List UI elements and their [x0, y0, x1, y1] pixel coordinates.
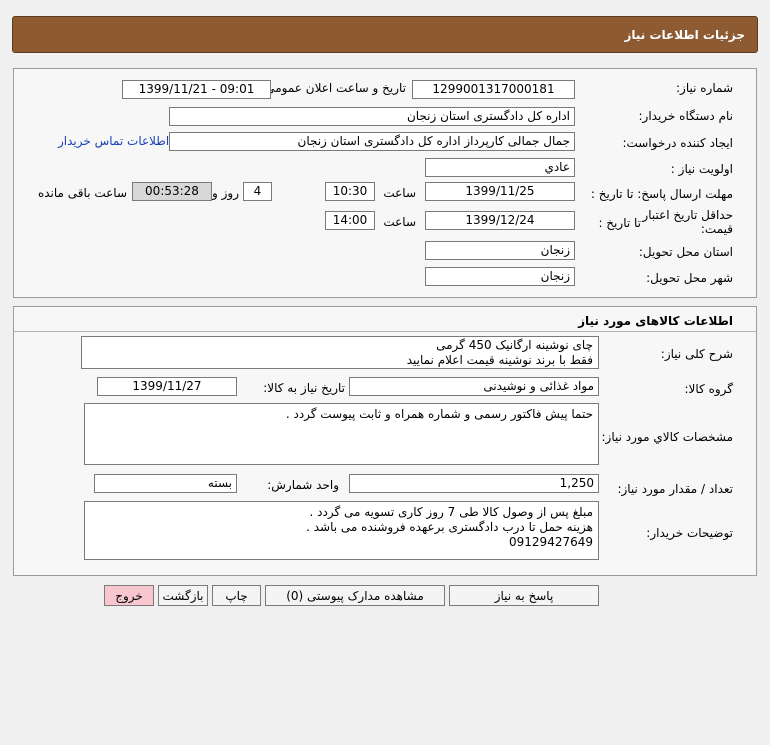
validity-hour-label: ساعت — [383, 215, 416, 229]
unit-field: بسته — [94, 474, 237, 493]
requester-field: جمال جمالی کارپرداز اداره کل دادگستری اس… — [169, 132, 575, 151]
quantity-field: 1,250 — [349, 474, 599, 493]
validity-date-field: 1399/12/24 — [425, 211, 575, 230]
page-title: جزئیات اطلاعات نیاز — [624, 27, 745, 42]
city-label: شهر محل تحویل: — [646, 271, 733, 285]
goods-section-divider — [14, 331, 756, 332]
back-button[interactable]: بازگشت — [158, 585, 208, 606]
priority-field: عادي — [425, 158, 575, 177]
need-date-label: تاریخ نیاز به کالا: — [263, 381, 345, 395]
buyer-org-label: نام دستگاه خریدار: — [638, 109, 734, 123]
attachments-button[interactable]: مشاهده مدارک پیوستی (0) — [265, 585, 445, 606]
print-button[interactable]: چاپ — [212, 585, 261, 606]
unit-label: واحد شمارش: — [267, 478, 339, 492]
description-label: شرح کلی نیاز: — [660, 347, 733, 361]
province-field: زنجان — [425, 241, 575, 260]
price-validity-text: حداقل تاریخ اعتبار قیمت: — [642, 208, 733, 236]
city-field: زنجان — [425, 267, 575, 286]
deadline-send-label: مهلت ارسال پاسخ: تا تاریخ : — [590, 187, 733, 201]
reply-button[interactable]: پاسخ به نیاز — [449, 585, 599, 606]
buyer-org-field: اداره کل دادگستری استان زنجان — [169, 107, 575, 126]
quantity-label: تعداد / مقدار مورد نیاز: — [617, 482, 733, 496]
group-label: گروه کالا: — [684, 382, 734, 396]
description-field: چای نوشینه ارگانیک 450 گرمی فقط با برند … — [81, 336, 599, 369]
exit-button[interactable]: خروج — [104, 585, 154, 606]
requester-label: ایجاد کننده درخواست: — [622, 136, 733, 150]
need-date-field: 1399/11/27 — [97, 377, 237, 396]
province-label: استان محل تحویل: — [638, 245, 733, 259]
buyer-notes-label: توضیحات خریدار: — [646, 526, 733, 540]
priority-label: اولویت نیاز : — [670, 162, 733, 176]
specs-field: حتما پیش فاکتور رسمی و شماره همراه و ثاب… — [84, 403, 599, 465]
need-info-panel — [13, 68, 757, 298]
goods-section-title: اطلاعات کالاهای مورد نیاز — [578, 314, 733, 328]
buyer-notes-field: مبلغ پس از وصول کالا طی 7 روز کاری تسویه… — [84, 501, 599, 560]
deadline-time-field: 10:30 — [325, 182, 375, 201]
remaining-label: ساعت باقی مانده — [37, 186, 127, 200]
page-header: جزئیات اطلاعات نیاز — [12, 16, 758, 53]
deadline-date-field: 1399/11/25 — [425, 182, 575, 201]
announce-datetime-field: 1399/11/21 - 09:01 — [122, 80, 271, 99]
time-left-field: 00:53:28 — [132, 182, 212, 201]
need-number-field: 1299001317000181 — [412, 80, 575, 99]
day-and-label: روز و — [212, 186, 239, 200]
group-field: مواد غذائی و نوشیدنی — [349, 377, 599, 396]
validity-time-field: 14:00 — [325, 211, 375, 230]
price-validity-label: حداقل تاریخ اعتبار قیمت: — [633, 208, 733, 236]
announce-datetime-label: تاریخ و ساعت اعلان عمومی: — [261, 81, 406, 95]
until-date-label: تا تاریخ : — [598, 216, 641, 230]
buyer-contact-link[interactable]: اطلاعات تماس خریدار — [58, 134, 169, 148]
deadline-hour-label: ساعت — [383, 186, 416, 200]
specs-label: مشخصات کالاي مورد نیاز: — [601, 430, 733, 444]
need-number-label: شماره نیاز: — [676, 81, 733, 95]
days-left-field: 4 — [243, 182, 272, 201]
